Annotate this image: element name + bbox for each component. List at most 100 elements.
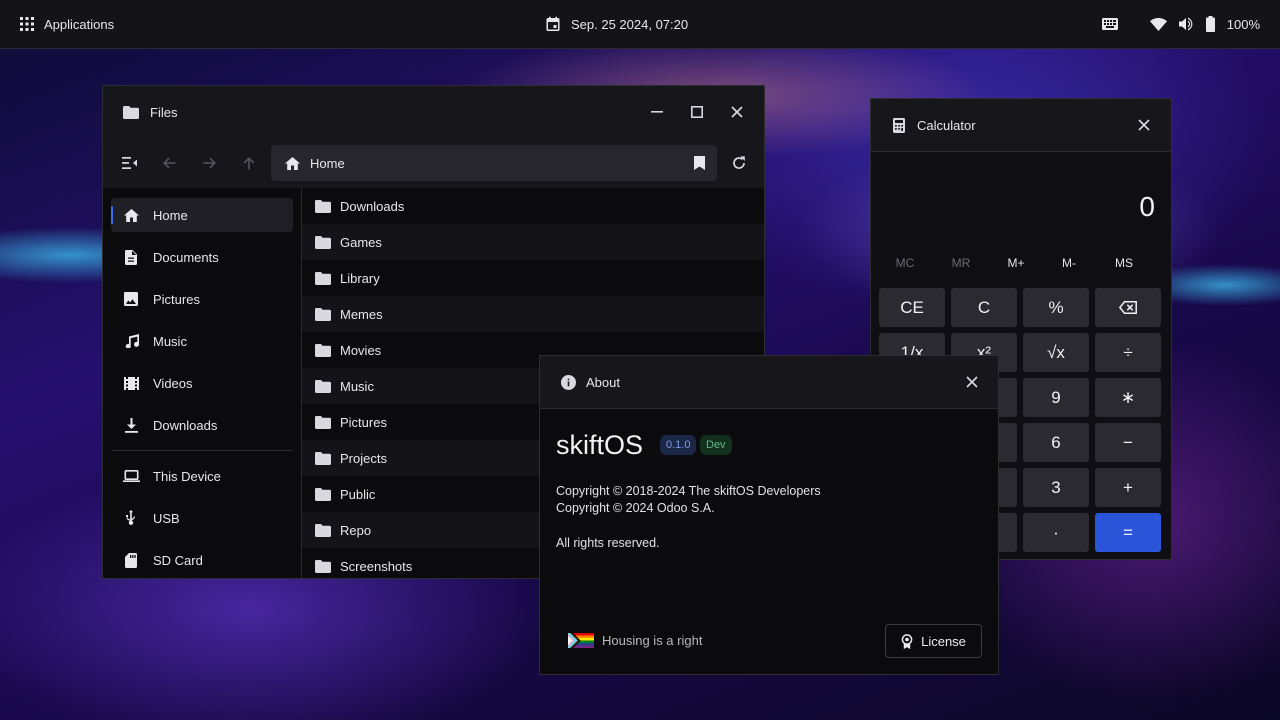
memory-clear-button[interactable]: MC	[878, 256, 932, 270]
back-button[interactable]	[149, 143, 189, 183]
folder-icon	[315, 451, 331, 465]
up-button[interactable]	[229, 143, 269, 183]
nine-button[interactable]: 9	[1023, 378, 1089, 417]
folder-icon	[315, 271, 331, 285]
backspace-button[interactable]	[1095, 288, 1161, 327]
folder-icon	[315, 415, 331, 429]
files-toolbar: Home	[103, 138, 764, 188]
clock[interactable]: Sep. 25 2024, 07:20	[545, 0, 688, 48]
divide-button[interactable]: ÷	[1095, 333, 1161, 372]
sidebar-item-usb[interactable]: USB	[111, 501, 293, 535]
copyright-line: Copyright © 2024 Odoo S.A.	[556, 501, 715, 515]
path-label: Home	[310, 155, 345, 171]
sidebar-item-this-device[interactable]: This Device	[111, 459, 293, 493]
equals-button[interactable]: =	[1095, 513, 1161, 552]
volume-icon[interactable]	[1178, 17, 1194, 31]
license-label: License	[921, 633, 966, 649]
plus-button[interactable]: +	[1095, 468, 1161, 507]
close-button[interactable]	[952, 362, 992, 402]
file-name: Games	[340, 234, 382, 250]
multiply-button[interactable]: ∗	[1095, 378, 1161, 417]
decimal-button[interactable]: ·	[1023, 513, 1089, 552]
grid-icon	[20, 17, 34, 31]
percent-button[interactable]: %	[1023, 288, 1089, 327]
bookmark-icon[interactable]	[694, 156, 705, 170]
sidebar-item-videos[interactable]: Videos	[111, 366, 293, 400]
sidebar-item-label: This Device	[153, 468, 221, 484]
arrow-up-icon	[243, 156, 255, 170]
file-row[interactable]: Memes	[302, 296, 764, 332]
applications-button[interactable]: Applications	[20, 0, 114, 48]
three-button[interactable]: 3	[1023, 468, 1089, 507]
maximize-button[interactable]	[677, 92, 717, 132]
wifi-icon[interactable]	[1149, 17, 1167, 31]
file-row[interactable]: Library	[302, 260, 764, 296]
sidebar-item-documents[interactable]: Documents	[111, 240, 293, 274]
minus-button[interactable]: −	[1095, 423, 1161, 462]
folder-icon	[315, 199, 331, 213]
file-row[interactable]: Games	[302, 224, 764, 260]
folder-icon	[315, 487, 331, 501]
channel-badge: Dev	[700, 435, 732, 455]
six-button[interactable]: 6	[1023, 423, 1089, 462]
sidebar-item-music[interactable]: Music	[111, 324, 293, 358]
close-button[interactable]	[1124, 105, 1164, 145]
image-icon	[121, 292, 141, 306]
rights-text: All rights reserved.	[556, 536, 660, 550]
close-icon	[731, 106, 743, 118]
calculator-titlebar[interactable]: Calculator	[871, 99, 1171, 152]
refresh-button[interactable]	[719, 143, 759, 183]
ce-button[interactable]: CE	[879, 288, 945, 327]
file-row[interactable]: Downloads	[302, 188, 764, 224]
sidebar-item-label: Documents	[153, 249, 219, 265]
file-name: Movies	[340, 342, 382, 358]
memory-recall-button[interactable]: MR	[934, 256, 988, 270]
path-bar[interactable]: Home	[271, 145, 717, 181]
file-name: Library	[340, 270, 380, 286]
sd-card-icon	[121, 552, 141, 568]
forward-button[interactable]	[189, 143, 229, 183]
certificate-icon	[901, 633, 913, 649]
memory-store-button[interactable]: MS	[1097, 256, 1151, 270]
minimize-button[interactable]	[637, 92, 677, 132]
folder-icon	[123, 105, 139, 119]
minimize-icon	[651, 111, 663, 113]
folder-icon	[315, 235, 331, 249]
sidebar-item-pictures[interactable]: Pictures	[111, 282, 293, 316]
folder-icon	[315, 559, 331, 573]
file-name: Memes	[340, 306, 383, 322]
arrow-left-icon	[162, 157, 176, 169]
file-name: Music	[340, 378, 374, 394]
sidebar-item-home[interactable]: Home	[111, 198, 293, 232]
clear-button[interactable]: C	[951, 288, 1017, 327]
info-icon	[561, 374, 576, 390]
close-button[interactable]	[717, 92, 757, 132]
folder-icon	[315, 379, 331, 393]
memory-subtract-button[interactable]: M-	[1042, 256, 1096, 270]
calendar-icon	[545, 16, 561, 32]
license-button[interactable]: License	[885, 624, 982, 658]
sidebar-item-label: Videos	[153, 375, 193, 391]
window-title: About	[586, 374, 620, 390]
folder-icon	[315, 343, 331, 357]
about-titlebar[interactable]: About	[540, 356, 998, 409]
files-titlebar[interactable]: Files	[103, 86, 764, 138]
os-name: skiftOS	[556, 430, 644, 460]
download-icon	[121, 417, 141, 433]
sidebar-item-sd-card[interactable]: SD Card	[111, 543, 293, 577]
window-title: Calculator	[917, 117, 976, 133]
version-badge: 0.1.0	[660, 435, 697, 455]
slogan: Housing is a right	[568, 633, 702, 648]
top-bar: Applications Sep. 25 2024, 07:20 100%	[0, 0, 1280, 49]
memory-add-button[interactable]: M+	[989, 256, 1043, 270]
toggle-sidebar-button[interactable]	[109, 143, 149, 183]
close-icon	[1138, 119, 1150, 131]
sidebar-item-downloads[interactable]: Downloads	[111, 408, 293, 442]
calculator-icon	[893, 117, 905, 133]
sidebar-divider	[111, 450, 293, 451]
document-icon	[121, 249, 141, 265]
battery-icon[interactable]	[1205, 16, 1215, 32]
keyboard-icon[interactable]	[1101, 18, 1118, 30]
sqrt-button[interactable]: √x	[1023, 333, 1089, 372]
sidebar-item-label: Music	[153, 333, 187, 349]
